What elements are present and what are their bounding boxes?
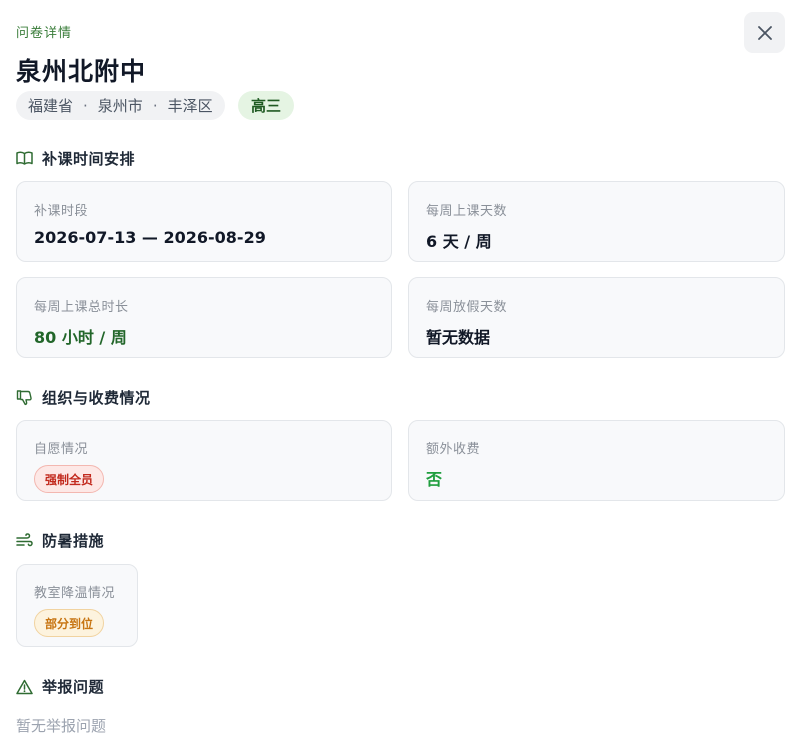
- section-heat-header: 防暑措施: [16, 530, 104, 551]
- card-value: 2026-07-13 — 2026-08-29: [34, 228, 266, 247]
- info-card-days-per-week: 每周上课天数 6 天 / 周: [408, 181, 785, 262]
- province: 福建省: [28, 97, 74, 115]
- info-card-extra-fees: 额外收费 否: [408, 420, 785, 501]
- section-schedule-header: 补课时间安排: [16, 148, 135, 169]
- section-title: 举报问题: [42, 678, 105, 696]
- separator-dot: ·: [152, 96, 158, 115]
- close-icon: [757, 25, 772, 40]
- section-title: 组织与收费情况: [42, 389, 151, 407]
- section-organization-header: 组织与收费情况: [16, 387, 151, 408]
- close-button[interactable]: [744, 12, 785, 53]
- location-pill: 福建省 · 泉州市 · 丰泽区: [16, 91, 225, 120]
- section-title: 防暑措施: [42, 532, 105, 550]
- info-card-voluntary: 自愿情况 强制全员: [16, 420, 392, 501]
- thumbs-down-icon: [16, 390, 32, 406]
- info-card-days-off: 每周放假天数 暂无数据: [408, 277, 785, 358]
- grade-badge: 高三: [238, 91, 295, 120]
- card-label: 每周上课总时长: [34, 300, 129, 315]
- wind-icon: [16, 533, 33, 547]
- info-card-cooling: 教室降温情况 部分到位: [16, 564, 138, 647]
- card-value: 80 小时 / 周: [34, 328, 127, 347]
- card-label: 自愿情况: [34, 442, 89, 457]
- warning-triangle-icon: [16, 679, 33, 694]
- separator-dot: ·: [83, 96, 88, 115]
- section-title: 补课时间安排: [42, 150, 136, 168]
- card-value: 6 天 / 周: [426, 232, 492, 251]
- card-label: 每周上课天数: [426, 204, 508, 219]
- status-badge: 部分到位: [34, 609, 105, 637]
- card-label: 补课时段: [34, 204, 89, 219]
- card-value: 否: [426, 470, 443, 489]
- city: 泉州市: [97, 97, 143, 115]
- page-eyebrow: 问卷详情: [16, 26, 73, 41]
- page-title: 泉州北附中: [16, 57, 147, 86]
- district: 丰泽区: [167, 97, 213, 115]
- info-card-period: 补课时段 2026-07-13 — 2026-08-29: [16, 181, 392, 262]
- status-badge: 强制全员: [34, 465, 105, 493]
- section-report-header: 举报问题: [16, 676, 104, 697]
- card-label: 额外收费: [426, 442, 481, 457]
- card-value: 暂无数据: [426, 328, 491, 347]
- card-label: 教室降温情况: [34, 586, 116, 601]
- info-card-hours-per-week: 每周上课总时长 80 小时 / 周: [16, 277, 392, 358]
- book-open-icon: [16, 151, 33, 165]
- card-label: 每周放假天数: [426, 300, 508, 315]
- empty-reports-text: 暂无举报问题: [16, 717, 107, 735]
